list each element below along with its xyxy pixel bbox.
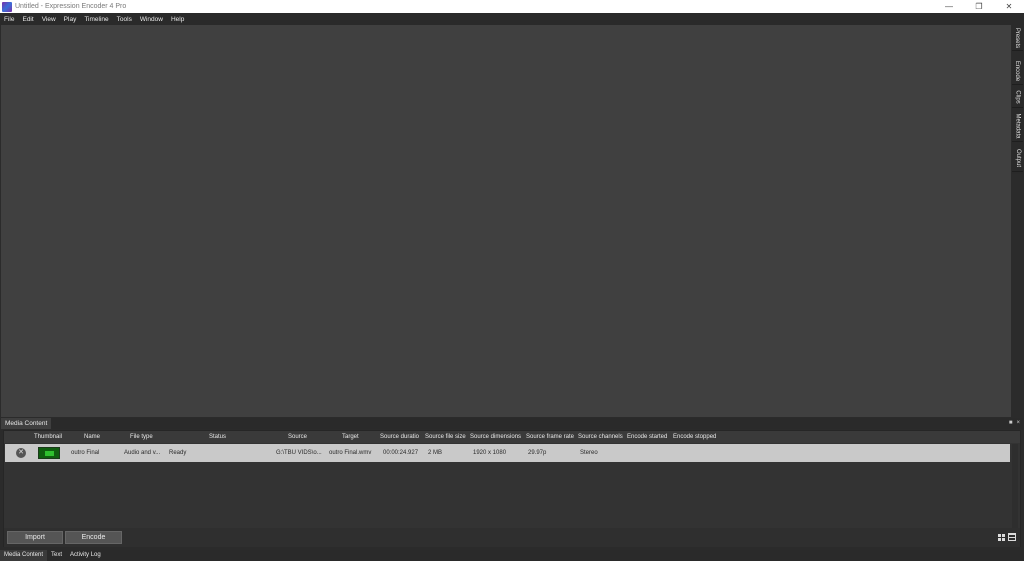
menu-edit[interactable]: Edit (18, 16, 37, 23)
menu-window[interactable]: Window (136, 16, 167, 23)
col-status[interactable]: Status (209, 434, 226, 440)
encode-button[interactable]: Encode (65, 531, 122, 544)
menu-tools[interactable]: Tools (113, 16, 136, 23)
tab-media-content[interactable]: Media Content (0, 550, 48, 561)
tab-output-label: Output (1014, 148, 1021, 168)
col-file-type[interactable]: File type (130, 434, 153, 440)
cell-source-dimensions: 1920 x 1080 (473, 450, 507, 456)
tab-encode-label: Encode (1014, 60, 1021, 82)
media-panel-title: Media Content (1, 418, 52, 429)
tab-output[interactable]: Output (1012, 145, 1023, 172)
menu-bar: File Edit View Play Timeline Tools Windo… (0, 13, 1024, 25)
cell-file-type: Audio and v... (124, 450, 161, 456)
import-button[interactable]: Import (7, 531, 63, 544)
cell-source: G:\TBU VIDS\o... (276, 450, 322, 456)
media-panel-header: Media Content ■ × (1, 418, 1023, 429)
video-thumbnail (38, 447, 60, 459)
tab-clips[interactable]: Clips (1012, 87, 1023, 108)
menu-play[interactable]: Play (60, 16, 81, 23)
bottom-tab-strip: Media Content Text Activity Log (0, 550, 1024, 561)
cell-source-duration: 00:00:24.927 (383, 450, 419, 456)
menu-timeline[interactable]: Timeline (80, 16, 112, 23)
menu-help[interactable]: Help (167, 16, 188, 23)
tab-encode[interactable]: Encode (1012, 58, 1023, 85)
tab-activity-log[interactable]: Activity Log (66, 550, 105, 561)
tab-text[interactable]: Text (47, 550, 66, 561)
window-title: Untitled - Expression Encoder 4 Pro (15, 3, 127, 10)
view-mode-controls (998, 533, 1016, 541)
preview-workspace[interactable] (1, 25, 1011, 417)
grid-view-icon[interactable] (998, 533, 1005, 541)
panel-close-icon[interactable]: × (1016, 420, 1020, 426)
col-encode-started[interactable]: Encode started (627, 434, 667, 440)
col-target[interactable]: Target (342, 434, 359, 440)
tab-presets[interactable]: Presets (1012, 25, 1023, 51)
minimize-button[interactable]: — (934, 0, 964, 13)
panel-controls: ■ × (1009, 420, 1020, 426)
close-button[interactable]: ✕ (994, 0, 1024, 13)
side-tab-strip: Presets Encode Clips Metadata Output (1012, 25, 1023, 174)
list-view-icon[interactable] (1008, 533, 1016, 541)
tab-presets-label: Presets (1014, 27, 1021, 48)
col-source-duration[interactable]: Source duratio (380, 434, 419, 440)
col-thumbnail[interactable]: Thumbnail (34, 434, 62, 440)
remove-item-icon[interactable]: ✕ (16, 448, 26, 458)
menu-view[interactable]: View (38, 16, 60, 23)
media-button-bar: Import Encode (4, 528, 1020, 547)
col-source-file-size[interactable]: Source file size (425, 434, 466, 440)
vertical-scrollbar[interactable] (1012, 444, 1018, 528)
col-encode-stopped[interactable]: Encode stopped (673, 434, 716, 440)
cell-source-frame-rate: 29.97p (528, 450, 547, 456)
cell-name: outro Final (71, 450, 100, 456)
media-panel-body: Thumbnail Name File type Status Source T… (3, 430, 1021, 547)
window-controls: — ❐ ✕ (934, 0, 1024, 13)
col-name[interactable]: Name (84, 434, 100, 440)
tab-metadata-label: Metadata (1014, 112, 1021, 139)
menu-file[interactable]: File (0, 16, 18, 23)
col-source-channels[interactable]: Source channels (578, 434, 623, 440)
app-logo-icon (2, 1, 12, 12)
cell-target: outro Final.wmv (329, 450, 372, 456)
title-bar: Untitled - Expression Encoder 4 Pro — ❐ … (0, 0, 1024, 13)
cell-source-channels: Stereo (580, 450, 598, 456)
column-header-row: Thumbnail Name File type Status Source T… (4, 431, 1020, 443)
col-source-dimensions[interactable]: Source dimensions (470, 434, 521, 440)
cell-source-file-size: 2 MB (428, 450, 443, 456)
cell-status: Ready (169, 450, 187, 456)
pin-icon[interactable]: ■ (1009, 420, 1013, 426)
maximize-button[interactable]: ❐ (964, 0, 994, 13)
col-source[interactable]: Source (288, 434, 307, 440)
tab-clips-label: Clips (1014, 90, 1021, 104)
media-row[interactable]: ✕ outro Final Audio and v... Ready G:\TB… (5, 444, 1010, 462)
col-source-frame-rate[interactable]: Source frame rate (526, 434, 574, 440)
tab-metadata[interactable]: Metadata (1012, 110, 1023, 142)
